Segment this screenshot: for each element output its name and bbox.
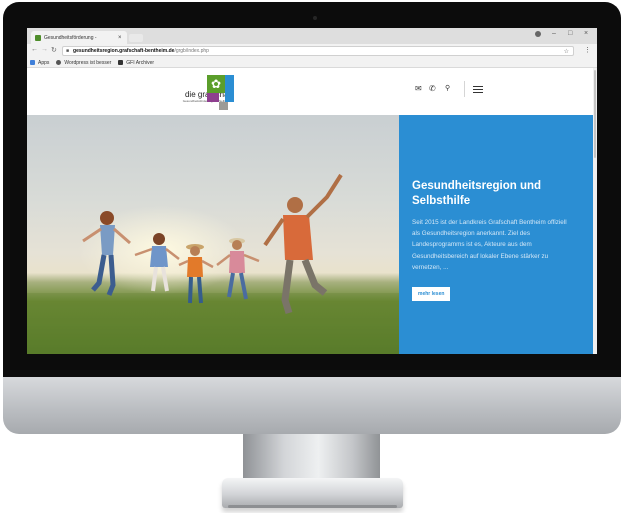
- monitor-stand-foot: [222, 478, 403, 508]
- hero-text-panel: Gesundheitsregion und Selbsthilfe Seit 2…: [399, 115, 593, 354]
- monitor-chin: [3, 377, 621, 434]
- new-tab-button[interactable]: [129, 34, 143, 42]
- address-toolbar: ← → ↻ ■ gesundheitsregion.grafschaft-ben…: [27, 44, 597, 58]
- header-divider: [464, 81, 465, 97]
- family-silhouettes: [27, 173, 399, 354]
- bookmark-star-icon[interactable]: ☆: [564, 48, 569, 55]
- monitor-mockup: Gesundheitsförderung - × – □ × ← → ↻ ■ g…: [0, 0, 625, 513]
- bookmark-label: GFI Archiver: [126, 59, 155, 66]
- monitor-stand-neck: [243, 434, 380, 484]
- phone-icon[interactable]: ✆: [429, 84, 436, 93]
- search-icon[interactable]: ⚲: [445, 84, 450, 92]
- close-tab-icon[interactable]: ×: [118, 35, 122, 41]
- browser-tab[interactable]: Gesundheitsförderung - ×: [31, 31, 127, 44]
- hero-image-family-running: [27, 115, 399, 354]
- apps-grid-icon: [30, 60, 35, 65]
- child-figure: [134, 233, 180, 292]
- site-favicon-icon: [35, 34, 41, 41]
- logo-mark[interactable]: ✿: [207, 75, 251, 111]
- bookmark-label: Apps: [38, 59, 50, 66]
- browser-menu-icon[interactable]: ⋮: [584, 46, 591, 54]
- logo-block-purple: [207, 93, 219, 102]
- profile-icon[interactable]: [535, 31, 541, 37]
- back-icon[interactable]: ←: [31, 46, 38, 53]
- browser-window: Gesundheitsförderung - × – □ × ← → ↻ ■ g…: [27, 28, 597, 354]
- site-header: die grafschaft Gesundheitsförderung und …: [27, 68, 593, 115]
- child-figure: [82, 211, 131, 296]
- maximize-icon[interactable]: □: [568, 30, 572, 37]
- tab-bar: Gesundheitsförderung - × – □ ×: [27, 28, 597, 44]
- tab-title: Gesundheitsförderung -: [44, 34, 97, 41]
- child-figure: [216, 238, 260, 300]
- read-more-button[interactable]: mehr lesen: [412, 287, 451, 302]
- bookmark-apps[interactable]: Apps: [30, 60, 49, 66]
- archive-icon: [118, 60, 124, 65]
- monitor-stand-edge: [228, 505, 397, 508]
- url-input[interactable]: ■ gesundheitsregion.grafschaft-bentheim.…: [62, 46, 574, 56]
- reload-icon[interactable]: ↻: [51, 46, 57, 54]
- minimize-icon[interactable]: –: [552, 30, 556, 37]
- camera: [313, 16, 317, 20]
- logo-block-blue: [225, 75, 234, 102]
- menu-icon[interactable]: [473, 86, 483, 93]
- lock-icon: ■: [66, 48, 70, 54]
- mail-icon[interactable]: ✉: [415, 84, 422, 93]
- hero-section: Gesundheitsregion und Selbsthilfe Seit 2…: [27, 115, 593, 354]
- bookmarks-bar: Apps Wordpress ist besser GFI Archiver: [27, 58, 597, 68]
- bookmark-gfi-archiver[interactable]: GFI Archiver: [118, 60, 154, 66]
- leaf-logo-icon: ✿: [207, 75, 225, 93]
- wordpress-icon: [56, 60, 62, 65]
- hero-description: Seit 2015 ist der Landkreis Grafschaft B…: [412, 219, 567, 271]
- bookmark-label: Wordpress ist besser: [64, 59, 112, 66]
- hero-title: Gesundheitsregion und Selbsthilfe: [412, 180, 542, 207]
- close-window-icon[interactable]: ×: [584, 30, 588, 37]
- forward-icon[interactable]: →: [41, 46, 48, 53]
- url-path: /grgb/index.php: [174, 48, 209, 54]
- scrollbar-thumb[interactable]: [594, 70, 596, 158]
- adult-figure: [263, 173, 343, 315]
- url-host: gesundheitsregion.grafschaft-bentheim.de: [73, 48, 175, 54]
- logo-block-gray: [219, 102, 228, 110]
- bookmark-wordpress[interactable]: Wordpress ist besser: [56, 60, 111, 66]
